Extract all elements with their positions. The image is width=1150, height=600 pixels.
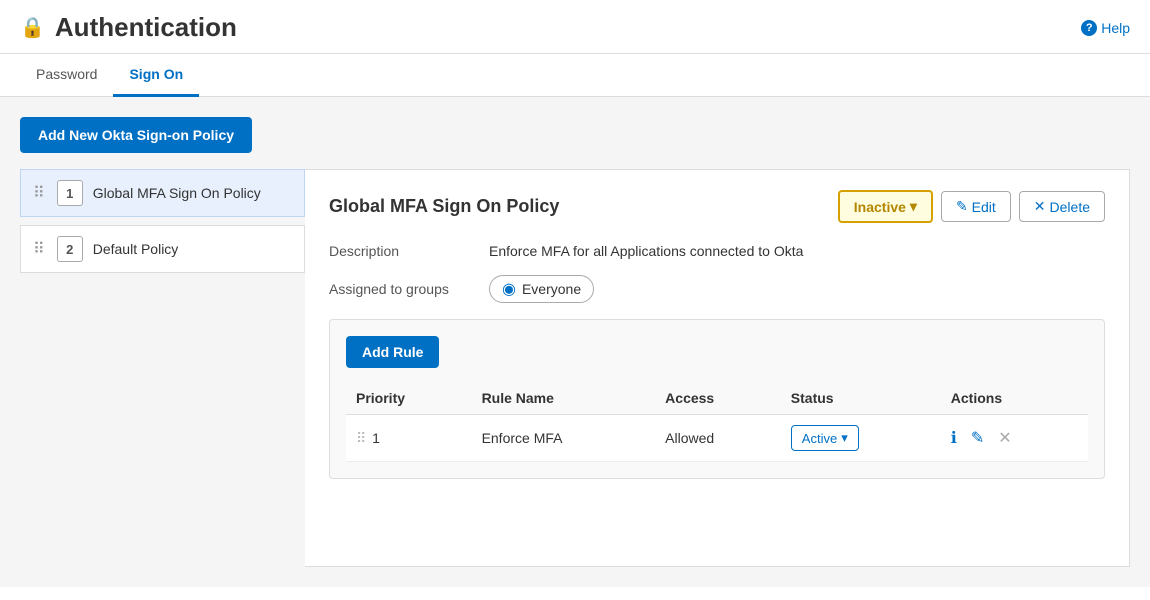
policy-label-2: Default Policy — [93, 241, 179, 257]
col-actions: Actions — [941, 382, 1088, 415]
policy-sidebar: ⠿ 1 Global MFA Sign On Policy ⠿ 2 Defaul… — [20, 169, 305, 567]
rule-action-icons: ℹ ✎ ✕ — [951, 428, 1078, 448]
sidebar-item-global-mfa[interactable]: ⠿ 1 Global MFA Sign On Policy — [20, 169, 305, 217]
rule-edit-icon[interactable]: ✎ — [971, 428, 984, 448]
rule-priority: ⠿ 1 — [346, 415, 472, 462]
help-link[interactable]: ? Help — [1081, 20, 1130, 36]
col-rule-name: Rule Name — [472, 382, 656, 415]
policy-title: Global MFA Sign On Policy — [329, 196, 559, 217]
tab-password[interactable]: Password — [20, 54, 113, 97]
status-button[interactable]: Inactive ▾ — [838, 190, 933, 223]
rule-status-arrow: ▾ — [841, 430, 848, 446]
status-label: Inactive — [854, 199, 906, 215]
tabs-nav: Password Sign On — [0, 54, 1150, 97]
rule-actions: ℹ ✎ ✕ — [941, 415, 1088, 462]
status-dropdown-arrow: ▾ — [910, 198, 917, 215]
col-access: Access — [655, 382, 781, 415]
table-row: ⠿ 1 Enforce MFA Allowed Active ▾ — [346, 415, 1088, 462]
description-row: Description Enforce MFA for all Applicat… — [329, 243, 1105, 259]
policy-number-2: 2 — [57, 236, 83, 262]
page-title: Authentication — [55, 12, 237, 43]
drag-handle-2: ⠿ — [33, 239, 45, 259]
help-icon: ? — [1081, 20, 1097, 36]
description-label: Description — [329, 243, 489, 259]
rule-status: Active ▾ — [781, 415, 941, 462]
policy-label-1: Global MFA Sign On Policy — [93, 185, 261, 201]
add-rule-button[interactable]: Add Rule — [346, 336, 439, 368]
policy-number-1: 1 — [57, 180, 83, 206]
rules-section: Add Rule Priority Rule Name Access Statu… — [329, 319, 1105, 479]
rule-info-icon[interactable]: ℹ — [951, 428, 957, 448]
group-radio-icon: ◉ — [502, 279, 516, 299]
drag-handle-1: ⠿ — [33, 183, 45, 203]
edit-button[interactable]: ✎ Edit — [941, 191, 1011, 222]
rule-name: Enforce MFA — [472, 415, 656, 462]
lock-icon: 🔒 — [20, 15, 45, 40]
rule-access: Allowed — [655, 415, 781, 462]
policy-actions: Inactive ▾ ✎ Edit ✕ Delete — [838, 190, 1105, 223]
col-priority: Priority — [346, 382, 472, 415]
description-value: Enforce MFA for all Applications connect… — [489, 243, 803, 259]
rule-status-label: Active — [802, 431, 837, 446]
policy-detail-panel: Global MFA Sign On Policy Inactive ▾ ✎ E… — [305, 169, 1130, 567]
tab-sign-on[interactable]: Sign On — [113, 54, 199, 97]
help-label: Help — [1101, 20, 1130, 36]
sidebar-item-default[interactable]: ⠿ 2 Default Policy — [20, 225, 305, 273]
group-badge: ◉ Everyone — [489, 275, 594, 303]
groups-row: Assigned to groups ◉ Everyone — [329, 275, 1105, 303]
groups-label: Assigned to groups — [329, 281, 489, 297]
rule-status-button[interactable]: Active ▾ — [791, 425, 859, 451]
group-name: Everyone — [522, 281, 581, 297]
col-status: Status — [781, 382, 941, 415]
add-policy-button[interactable]: Add New Okta Sign-on Policy — [20, 117, 252, 153]
edit-icon: ✎ — [956, 198, 968, 215]
delete-x-icon: ✕ — [1034, 198, 1046, 215]
rule-delete-icon[interactable]: ✕ — [998, 428, 1011, 448]
rules-table: Priority Rule Name Access Status Actions… — [346, 382, 1088, 462]
rule-drag-handle: ⠿ — [356, 430, 366, 446]
delete-button[interactable]: ✕ Delete — [1019, 191, 1105, 222]
